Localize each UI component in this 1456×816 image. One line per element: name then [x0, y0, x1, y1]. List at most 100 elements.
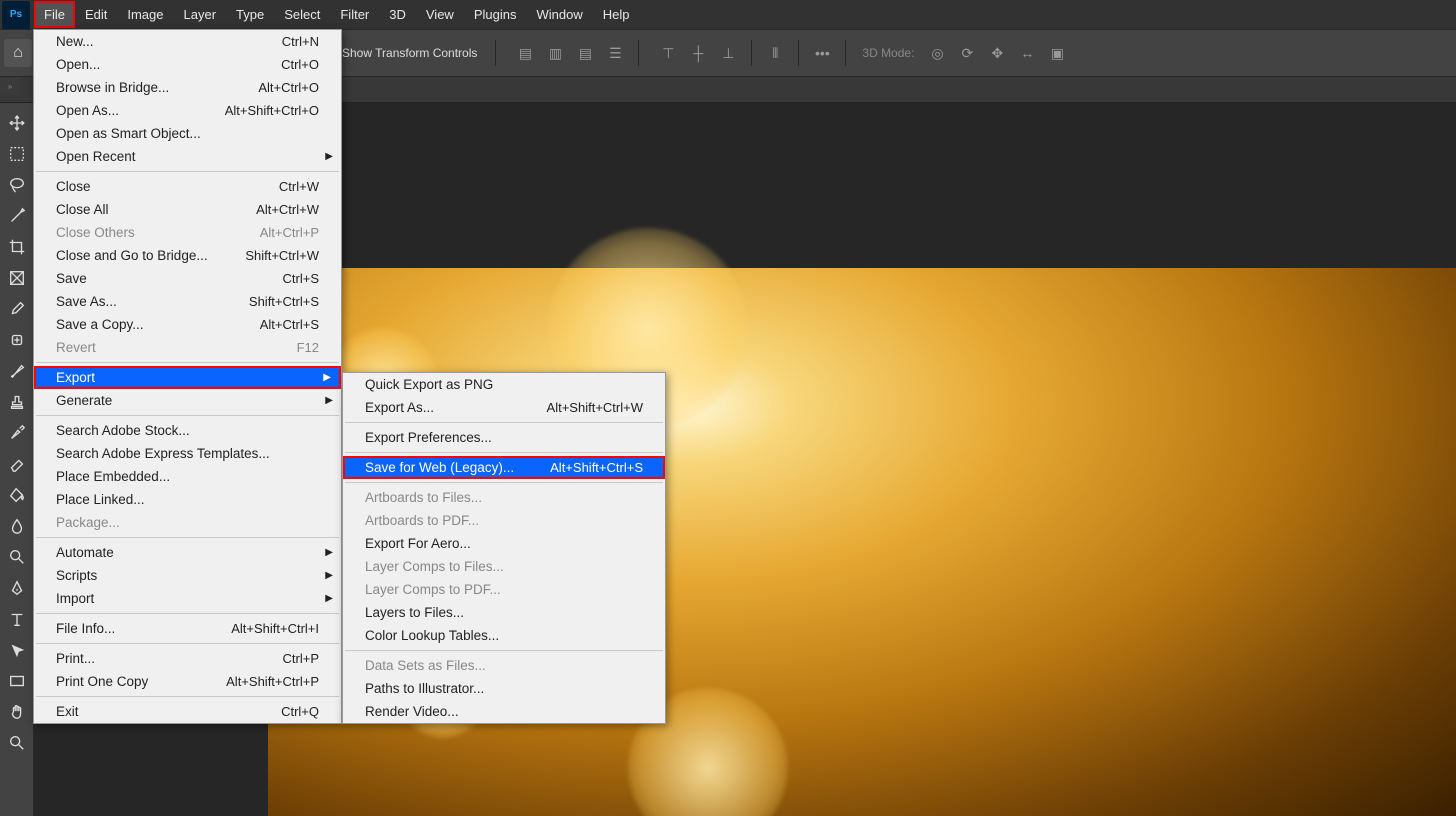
move-tool-icon[interactable] [3, 109, 31, 137]
file_menu-item[interactable]: Close and Go to Bridge...Shift+Ctrl+W [34, 244, 341, 267]
file_menu-item[interactable]: Search Adobe Express Templates... [34, 442, 341, 465]
menu-item-shortcut: Alt+Shift+Ctrl+P [226, 674, 319, 689]
menu-edit[interactable]: Edit [75, 1, 117, 28]
3d-slide-icon[interactable]: ↔ [1014, 40, 1040, 66]
file_menu-item[interactable]: File Info...Alt+Shift+Ctrl+I [34, 617, 341, 640]
file_menu-item[interactable]: SaveCtrl+S [34, 267, 341, 290]
file_menu-item[interactable]: ExitCtrl+Q [34, 700, 341, 723]
align-vcenter-icon[interactable]: ┼ [685, 40, 711, 66]
dodge-tool-icon[interactable] [3, 543, 31, 571]
menu-item-label: Close Others [56, 225, 135, 240]
menu-item-label: Print... [56, 651, 95, 666]
menu-item-label: Open As... [56, 103, 119, 118]
panel-tab-icon[interactable]: » [0, 77, 20, 95]
file_menu-item[interactable]: Save a Copy...Alt+Ctrl+S [34, 313, 341, 336]
export_menu-item[interactable]: Paths to Illustrator... [343, 677, 665, 700]
menu-separator [36, 613, 339, 614]
file_menu-item[interactable]: Print...Ctrl+P [34, 647, 341, 670]
file_menu-item[interactable]: Import▶ [34, 587, 341, 610]
file_menu-item[interactable]: Close AllAlt+Ctrl+W [34, 198, 341, 221]
hand-tool-icon[interactable] [3, 698, 31, 726]
export_menu-item[interactable]: Color Lookup Tables... [343, 624, 665, 647]
path-tool-icon[interactable] [3, 636, 31, 664]
align-hcenter-icon[interactable]: ▥ [542, 40, 568, 66]
menu-separator [345, 650, 663, 651]
file_menu-item[interactable]: Scripts▶ [34, 564, 341, 587]
file_menu-item[interactable]: New...Ctrl+N [34, 30, 341, 53]
blur-tool-icon[interactable] [3, 512, 31, 540]
crop-tool-icon[interactable] [3, 233, 31, 261]
pen-tool-icon[interactable] [3, 574, 31, 602]
menu-item-label: Automate [56, 545, 114, 560]
export_menu-item[interactable]: Export Preferences... [343, 426, 665, 449]
menu-item-label: Save [56, 271, 87, 286]
menu-view[interactable]: View [416, 1, 464, 28]
file_menu-item[interactable]: Open as Smart Object... [34, 122, 341, 145]
history-tool-icon[interactable] [3, 419, 31, 447]
brush-tool-icon[interactable] [3, 357, 31, 385]
file_menu-item[interactable]: Print One CopyAlt+Shift+Ctrl+P [34, 670, 341, 693]
type-tool-icon[interactable] [3, 605, 31, 633]
menu-file[interactable]: File [34, 1, 75, 28]
lasso-tool-icon[interactable] [3, 171, 31, 199]
eraser-tool-icon[interactable] [3, 450, 31, 478]
file_menu-item[interactable]: Export▶ [34, 366, 341, 389]
home-icon[interactable]: ⌂ [4, 39, 32, 67]
export_menu-item[interactable]: Export For Aero... [343, 532, 665, 555]
menu-window[interactable]: Window [526, 1, 592, 28]
menu-item-shortcut: Alt+Ctrl+W [256, 202, 319, 217]
file_menu-item[interactable]: Place Linked... [34, 488, 341, 511]
file_menu-item[interactable]: Place Embedded... [34, 465, 341, 488]
align-left-icon[interactable]: ▤ [512, 40, 538, 66]
menu-layer[interactable]: Layer [174, 1, 227, 28]
distribute-icon[interactable]: ⦀ [762, 40, 788, 66]
3d-roll-icon[interactable]: ⟳ [954, 40, 980, 66]
menu-type[interactable]: Type [226, 1, 274, 28]
frame-tool-icon[interactable] [3, 264, 31, 292]
menu-item-label: Layers to Files... [365, 605, 464, 620]
export_menu-item[interactable]: Quick Export as PNG [343, 373, 665, 396]
file_menu-item[interactable]: Generate▶ [34, 389, 341, 412]
file_menu-item[interactable]: Automate▶ [34, 541, 341, 564]
file_menu-item[interactable]: Open As...Alt+Shift+Ctrl+O [34, 99, 341, 122]
align-right-icon[interactable]: ▤ [572, 40, 598, 66]
file_menu-item[interactable]: Open...Ctrl+O [34, 53, 341, 76]
rect-tool-icon[interactable] [3, 667, 31, 695]
eyedrop-tool-icon[interactable] [3, 295, 31, 323]
menu-item-shortcut: Ctrl+W [279, 179, 319, 194]
wand-tool-icon[interactable] [3, 202, 31, 230]
menu-3d[interactable]: 3D [379, 1, 416, 28]
3d-camera-icon[interactable]: ▣ [1044, 40, 1070, 66]
stamp-tool-icon[interactable] [3, 388, 31, 416]
bucket-tool-icon[interactable] [3, 481, 31, 509]
file_menu-item[interactable]: Save As...Shift+Ctrl+S [34, 290, 341, 313]
align-group: ▤ ▥ ▤ ☰ [510, 40, 630, 66]
file_menu-item[interactable]: Browse in Bridge...Alt+Ctrl+O [34, 76, 341, 99]
marquee-tool-icon[interactable] [3, 140, 31, 168]
menu-item-label: Export For Aero... [365, 536, 471, 551]
menu-item-shortcut: Ctrl+N [282, 34, 319, 49]
menu-help[interactable]: Help [593, 1, 640, 28]
more-icon[interactable]: ••• [809, 40, 835, 66]
file_menu-item[interactable]: Search Adobe Stock... [34, 419, 341, 442]
menu-image[interactable]: Image [117, 1, 173, 28]
file_menu-item[interactable]: CloseCtrl+W [34, 175, 341, 198]
export_menu-item[interactable]: Layers to Files... [343, 601, 665, 624]
export_menu-item[interactable]: Export As...Alt+Shift+Ctrl+W [343, 396, 665, 419]
3d-orbit-icon[interactable]: ◎ [924, 40, 950, 66]
align-bottom-icon[interactable]: ⊥ [715, 40, 741, 66]
file_menu-item[interactable]: Open Recent▶ [34, 145, 341, 168]
menu-item-label: Artboards to Files... [365, 490, 482, 505]
zoom-tool-icon[interactable] [3, 729, 31, 757]
align-stretch-icon[interactable]: ☰ [602, 40, 628, 66]
menu-filter[interactable]: Filter [330, 1, 379, 28]
menu-select[interactable]: Select [274, 1, 330, 28]
menu-item-label: Quick Export as PNG [365, 377, 493, 392]
menu-plugins[interactable]: Plugins [464, 1, 527, 28]
align-top-icon[interactable]: ⊤ [655, 40, 681, 66]
heal-tool-icon[interactable] [3, 326, 31, 354]
export_menu-item[interactable]: Render Video... [343, 700, 665, 723]
menu-item-shortcut: Alt+Shift+Ctrl+W [547, 400, 643, 415]
3d-pan-icon[interactable]: ✥ [984, 40, 1010, 66]
export_menu-item[interactable]: Save for Web (Legacy)...Alt+Shift+Ctrl+S [343, 456, 665, 479]
